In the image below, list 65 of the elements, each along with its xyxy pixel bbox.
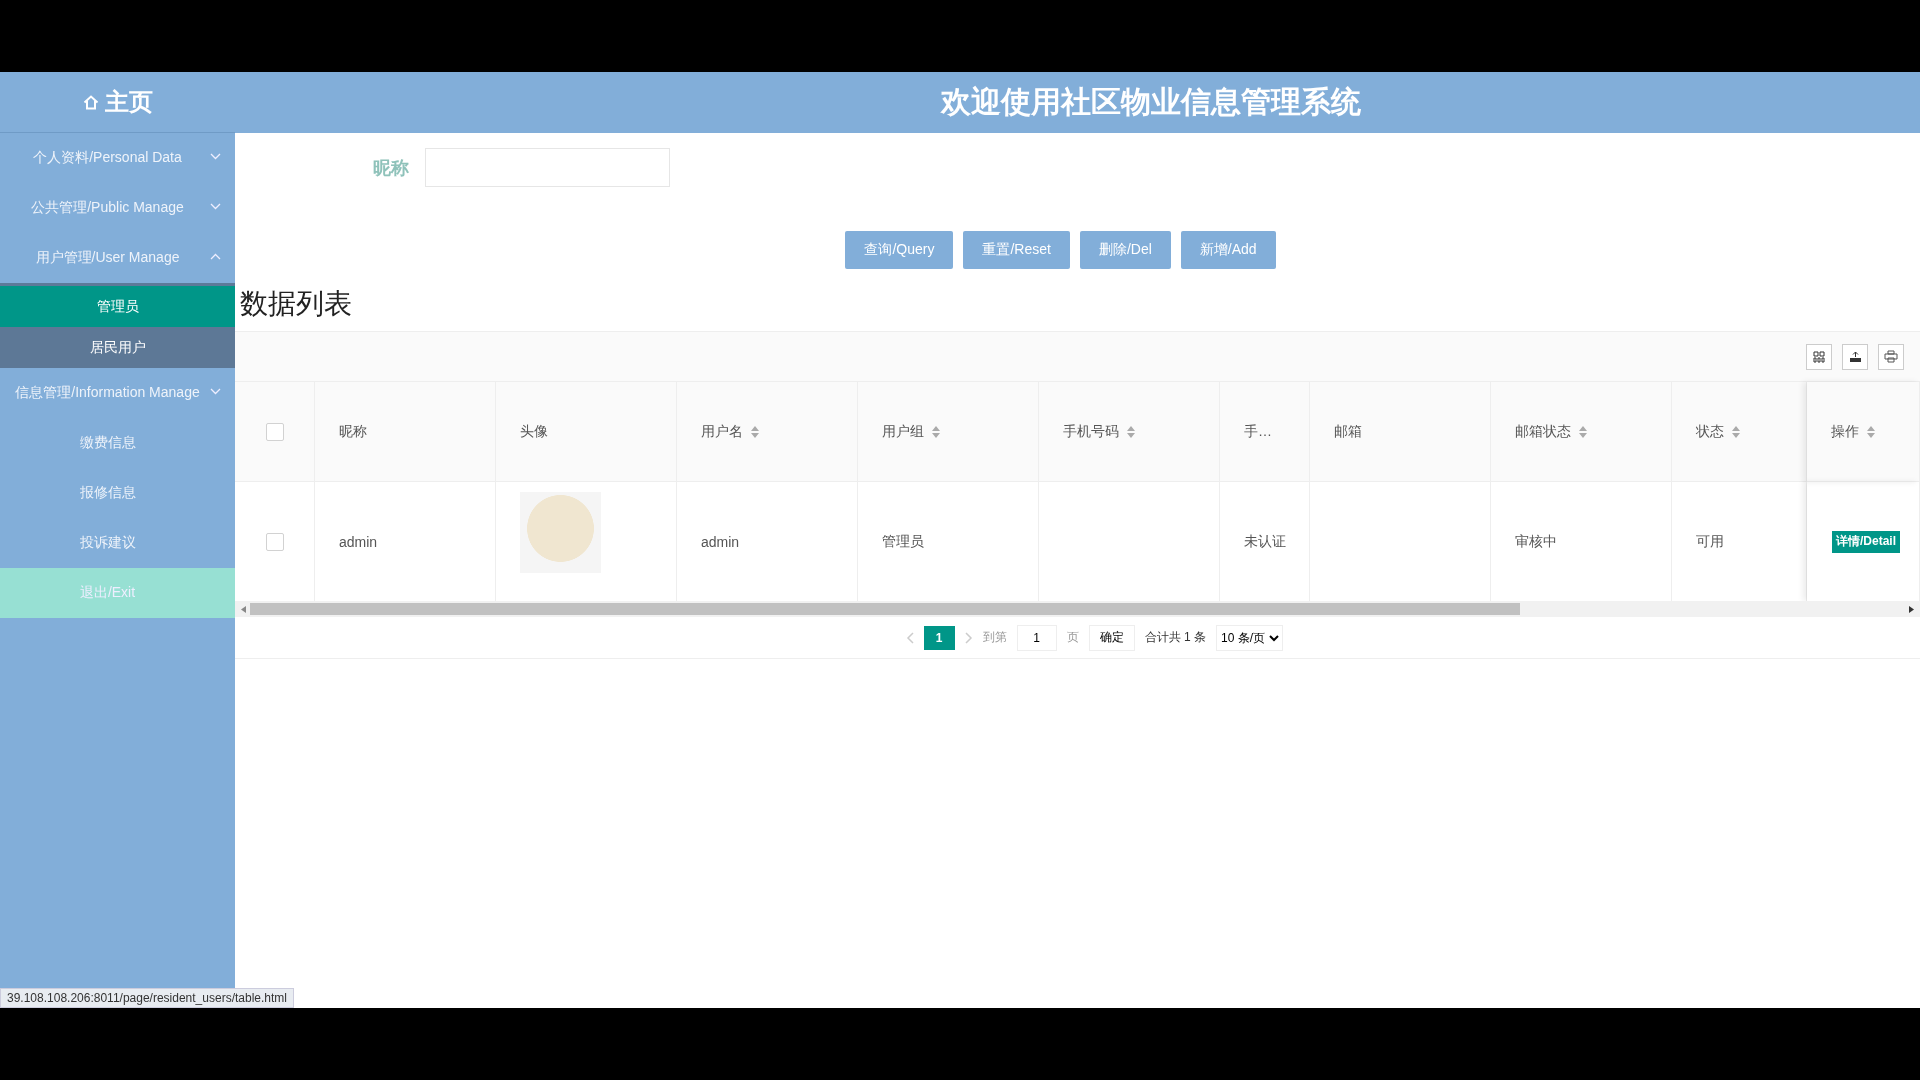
page-title: 欢迎使用社区物业信息管理系统: [940, 84, 1361, 120]
columns-icon[interactable]: [1806, 343, 1832, 370]
next-page-icon[interactable]: [964, 631, 973, 644]
page-button[interactable]: 1: [923, 625, 955, 650]
column-header: 邮箱: [1334, 422, 1362, 441]
column-header: 用户组: [882, 422, 924, 441]
checkbox[interactable]: [265, 532, 284, 551]
column-header: 头像: [520, 422, 548, 441]
menu-item[interactable]: 缴费信息: [0, 418, 235, 468]
table-cell: 审核中: [1515, 532, 1557, 551]
sort-icon[interactable]: [1579, 425, 1587, 438]
column-header: 手…: [1244, 422, 1272, 441]
page-label: 页: [1066, 629, 1079, 646]
section-title: 数据列表: [239, 287, 353, 321]
detail-button[interactable]: 详情/Detail: [1832, 530, 1900, 553]
action-button[interactable]: 查询/Query: [845, 231, 954, 269]
sort-icon[interactable]: [1732, 425, 1740, 438]
sort-icon[interactable]: [751, 425, 759, 438]
menu-group[interactable]: 用户管理/User Manage: [0, 233, 235, 283]
scroll-right-icon[interactable]: [1909, 605, 1914, 613]
menu-group[interactable]: 信息管理/Information Manage: [0, 368, 235, 418]
table-cell: admin: [339, 533, 378, 550]
action-button[interactable]: 新增/Add: [1180, 231, 1276, 269]
chevron-icon: [210, 253, 221, 260]
chevron-icon: [210, 153, 221, 160]
action-button[interactable]: 重置/Reset: [963, 231, 1070, 269]
home-link[interactable]: 主页: [104, 86, 153, 118]
page-size-select[interactable]: 10 条/页: [1216, 624, 1283, 651]
confirm-button[interactable]: 确定: [1088, 624, 1135, 651]
sort-icon[interactable]: [932, 425, 940, 438]
submenu-item[interactable]: 居民用户: [0, 327, 235, 368]
table-cell: 未认证: [1244, 532, 1286, 551]
page-input[interactable]: 1: [1016, 624, 1057, 651]
column-header: 操作: [1831, 422, 1859, 441]
table-cell: 管理员: [882, 532, 924, 551]
previous-page-icon[interactable]: [905, 631, 914, 644]
status-url: 39.108.108.206:8011/page/resident_users/table.html: [0, 988, 294, 1008]
menu-item[interactable]: 报修信息: [0, 468, 235, 518]
checkbox[interactable]: [265, 422, 284, 441]
total-count: 合计共 1 条: [1144, 629, 1206, 646]
field-label: 昵称: [373, 156, 409, 180]
column-header: 邮箱状态: [1515, 422, 1571, 441]
column-header: 昵称: [339, 422, 367, 441]
table-cell: 可用: [1696, 532, 1724, 551]
exit-item[interactable]: 退出/Exit: [0, 568, 235, 618]
chevron-icon: [210, 203, 221, 210]
horizontal-scrollbar[interactable]: [235, 601, 1920, 617]
export-icon[interactable]: [1842, 343, 1868, 370]
column-header: 状态: [1696, 422, 1724, 441]
menu-group[interactable]: 个人资料/Personal Data: [0, 133, 235, 183]
column-header: 用户名: [701, 422, 743, 441]
table-cell: admin: [701, 533, 740, 550]
goto-label: 到第: [982, 629, 1007, 646]
menu-item[interactable]: 投诉建议: [0, 518, 235, 568]
sort-icon[interactable]: [1867, 425, 1875, 438]
chevron-icon: [210, 388, 221, 395]
submenu-item[interactable]: 管理员: [0, 286, 235, 327]
home-icon: [82, 94, 99, 110]
column-header: 手机号码: [1063, 422, 1119, 441]
sort-icon[interactable]: [1127, 425, 1135, 438]
action-button[interactable]: 删除/Del: [1079, 231, 1171, 269]
scroll-left-icon[interactable]: [241, 605, 246, 613]
menu-group[interactable]: 公共管理/Public Manage: [0, 183, 235, 233]
nickname-field[interactable]: [425, 148, 670, 187]
print-icon[interactable]: [1878, 343, 1904, 370]
